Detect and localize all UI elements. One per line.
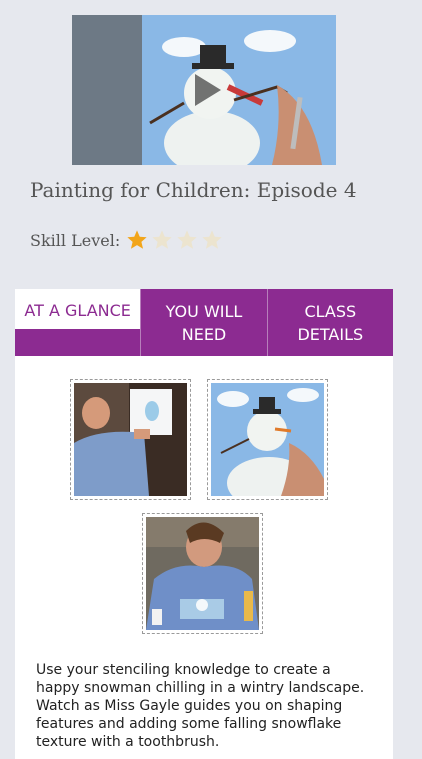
tab-label: YOU WILL NEED (165, 301, 243, 344)
star-empty-icon (152, 230, 172, 249)
tab-class-details[interactable]: CLASS DETAILS (266, 289, 393, 356)
play-icon[interactable] (177, 70, 227, 110)
gallery-photo-stenciling[interactable] (70, 379, 191, 500)
details-card: AT A GLANCE YOU WILL NEED CLASS DETAILS (15, 289, 393, 759)
tab-at-a-glance[interactable]: AT A GLANCE (15, 289, 141, 356)
page-title: Painting for Children: Episode 4 (30, 178, 357, 202)
video-player[interactable] (72, 15, 336, 165)
tab-label: CLASS DETAILS (297, 301, 364, 344)
tab-label: AT A GLANCE (24, 301, 131, 320)
tab-you-will-need[interactable]: YOU WILL NEED (140, 289, 267, 356)
gallery-photo-snowman[interactable] (207, 379, 328, 500)
skill-level-label: Skill Level: (30, 230, 121, 250)
star-filled-icon (127, 230, 147, 249)
tab-bar: AT A GLANCE YOU WILL NEED CLASS DETAILS (15, 289, 393, 356)
snowman-photo (211, 383, 324, 496)
star-empty-icon (202, 230, 222, 249)
gallery-photo-instructor[interactable] (142, 513, 263, 634)
star-empty-icon (177, 230, 197, 249)
stenciling-photo (74, 383, 187, 496)
instructor-photo (146, 517, 259, 630)
skill-level: Skill Level: (30, 227, 226, 253)
description-text: Use your stenciling knowledge to create … (36, 662, 365, 750)
